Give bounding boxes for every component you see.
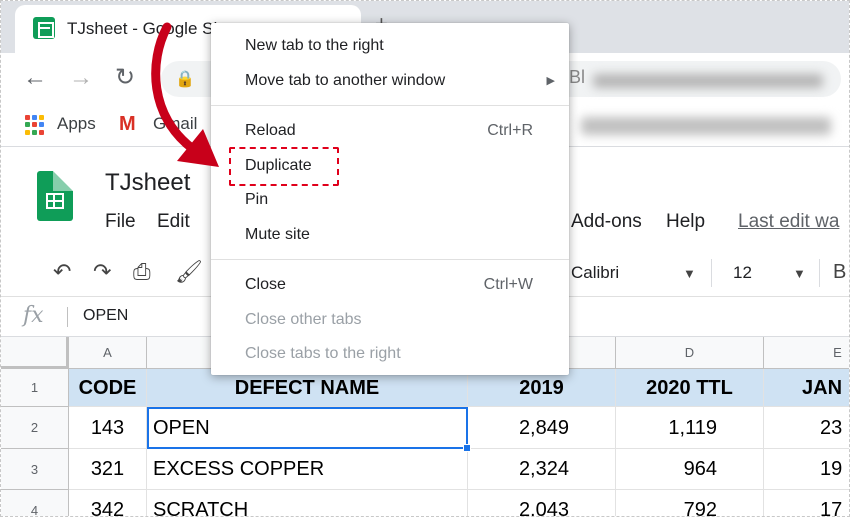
print-icon[interactable]: ⎙ (133, 259, 151, 285)
menu-item-close[interactable]: Close Ctrl+W (211, 268, 569, 303)
bold-icon[interactable]: B (833, 261, 846, 284)
sheets-logo-icon[interactable] (37, 171, 73, 221)
menu-help[interactable]: Help (666, 211, 705, 233)
menu-item-label: Move tab to another window (245, 71, 446, 89)
reload-icon[interactable]: ↻ (115, 63, 135, 93)
menu-item-label: Close tabs to the right (245, 345, 401, 362)
table-cell[interactable]: 342 (69, 490, 147, 516)
table-cell[interactable]: SCRATCH (147, 490, 468, 516)
menu-item-label: Close other tabs (245, 310, 362, 328)
toolbar-divider (711, 259, 712, 287)
row-header[interactable]: 2 (1, 407, 69, 449)
address-text: Bl (569, 67, 586, 87)
menu-item-reload[interactable]: Reload Ctrl+R (211, 114, 569, 149)
formula-input[interactable]: OPEN (83, 307, 128, 325)
last-edit-link[interactable]: Last edit wa (738, 211, 839, 233)
row-header[interactable]: 1 (1, 369, 69, 407)
toolbar-divider (819, 259, 820, 287)
redo-icon[interactable]: ↷ (93, 259, 111, 285)
fill-handle[interactable] (463, 444, 471, 452)
table-cell[interactable]: 19 (764, 449, 849, 490)
gmail-icon: M (119, 113, 136, 135)
menu-item-label: Reload (245, 122, 296, 139)
font-family-select[interactable]: Calibri (571, 263, 619, 283)
column-header-e[interactable]: E (764, 337, 849, 369)
apps-icon[interactable] (25, 115, 45, 135)
table-cell[interactable]: 1,119 (616, 407, 764, 449)
menu-item-close-other-tabs[interactable]: Close other tabs (211, 303, 569, 338)
menu-item-label: Mute site (245, 225, 310, 243)
select-all-corner[interactable] (1, 337, 69, 369)
menu-divider (211, 105, 569, 106)
menu-item-shortcut: Ctrl+W (483, 276, 533, 293)
menu-divider (211, 259, 569, 260)
row-header[interactable]: 3 (1, 449, 69, 490)
column-header-a[interactable]: A (69, 337, 147, 369)
menu-edit[interactable]: Edit (157, 211, 190, 233)
sheets-favicon-icon (33, 17, 55, 39)
table-cell[interactable]: 23 (764, 407, 849, 449)
menu-item-mute-site[interactable]: Mute site (211, 218, 569, 253)
table-cell[interactable]: EXCESS COPPER (147, 449, 468, 490)
menu-item-pin[interactable]: Pin (211, 183, 569, 218)
chevron-down-icon[interactable]: ▼ (683, 266, 696, 281)
forward-icon[interactable]: → (69, 63, 93, 93)
font-size-select[interactable]: 12 (733, 263, 752, 283)
table-cell[interactable]: OPEN (147, 407, 468, 449)
menu-file[interactable]: File (105, 211, 136, 233)
menu-item-move-tab[interactable]: Move tab to another window ▶ (211, 64, 569, 99)
back-icon[interactable]: ← (23, 63, 47, 93)
bookmark-apps[interactable]: Apps (57, 114, 96, 134)
table-cell[interactable]: 17 (764, 490, 849, 516)
submenu-arrow-icon: ▶ (546, 74, 555, 87)
menu-add-ons[interactable]: Add-ons (571, 211, 642, 233)
column-header-d[interactable]: D (616, 337, 764, 369)
fx-icon: fx (23, 303, 44, 328)
blurred-url (593, 74, 823, 88)
row-header[interactable]: 4 (1, 490, 69, 516)
menu-item-shortcut: Ctrl+R (487, 122, 533, 139)
menu-item-label: Pin (245, 191, 269, 208)
table-cell[interactable]: 321 (69, 449, 147, 490)
tab-context-menu: New tab to the right Move tab to another… (211, 23, 569, 375)
paint-format-icon[interactable]: 🖌 (175, 259, 203, 285)
table-cell[interactable]: 964 (616, 449, 764, 490)
table-cell[interactable]: 792 (616, 490, 764, 516)
table-cell[interactable]: CODE (69, 369, 147, 407)
formula-divider (67, 307, 68, 327)
menu-item-label: New tab to the right (245, 37, 384, 54)
table-cell[interactable]: 2,849 (468, 407, 616, 449)
table-cell[interactable]: 143 (69, 407, 147, 449)
table-cell[interactable]: 2020 TTL (616, 369, 764, 407)
menu-item-label: Close (245, 276, 286, 293)
duplicate-highlight-box (229, 147, 339, 186)
annotation-arrow-icon (151, 22, 219, 167)
table-cell[interactable]: 2,324 (468, 449, 616, 490)
undo-icon[interactable]: ↶ (53, 259, 71, 285)
chevron-down-icon[interactable]: ▼ (793, 266, 806, 281)
table-cell[interactable]: JAN (764, 369, 849, 407)
menu-item-new-tab-right[interactable]: New tab to the right (211, 29, 569, 64)
screenshot-frame: TJsheet - Google Sh + ← → ↻ 🔒 Bl Apps M … (0, 0, 850, 517)
menu-item-close-tabs-right[interactable]: Close tabs to the right (211, 337, 569, 372)
table-cell[interactable]: 2,043 (468, 490, 616, 516)
blurred-bookmarks (581, 117, 831, 135)
